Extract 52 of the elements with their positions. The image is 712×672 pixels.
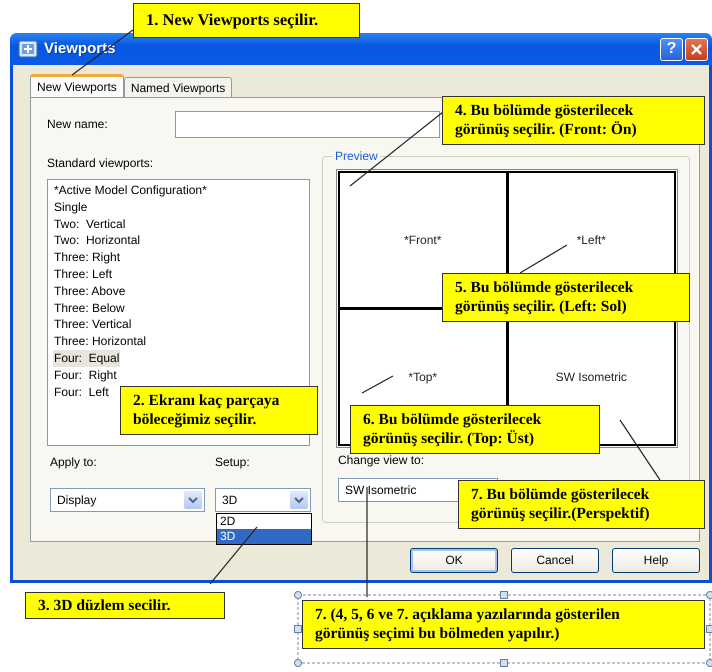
list-item[interactable]: Single — [53, 198, 88, 216]
close-button[interactable] — [685, 38, 708, 60]
leader-line — [620, 420, 660, 480]
list-item[interactable]: Three: Vertical — [53, 316, 132, 334]
close-icon — [690, 42, 703, 56]
dropdown-option[interactable]: 2D — [217, 514, 311, 529]
field-label: Change view to: — [338, 452, 424, 469]
list-item[interactable]: Four: Left — [53, 384, 110, 400]
leader-line — [362, 375, 394, 394]
field-label: Apply to: — [50, 455, 97, 471]
pane-label: *Front* — [404, 232, 442, 248]
dialog-button[interactable]: OK — [410, 548, 498, 573]
annotation-tooltip: 7. Bu bölümde gösterilecek görünüş seçilir.(Perspektif) — [458, 480, 705, 529]
tab[interactable]: Named Viewports — [124, 77, 232, 97]
select-value: 3D — [222, 492, 238, 508]
annotation-tooltip: 6. Bu bölümde gösterilecek görünüş seçilir. (Top: Üst) — [350, 405, 600, 454]
list-item[interactable]: Two: Horizontal — [53, 232, 142, 250]
dialog-button[interactable]: Help — [612, 548, 700, 573]
leader-line — [210, 526, 258, 584]
list-item[interactable]: Four: Right — [53, 366, 118, 384]
list-item[interactable]: Three: Below — [53, 300, 126, 316]
annotation-tooltip: 4. Bu bölümde gösterilecek görünüş seçilir. (Front: Ön) — [442, 96, 705, 145]
annotation-tooltip: 5. Bu bölümde gösterilecek görünüş seçilir. (Left: Sol) — [442, 273, 690, 322]
field-label: Setup: — [215, 455, 250, 471]
select-value: Display — [57, 492, 96, 508]
list-label: Standard viewports: — [47, 156, 154, 172]
annotation-tooltip: 2. Ekranı kaç parçaya böleceğimiz seçilir. — [120, 386, 318, 435]
pane-label: *Left* — [576, 232, 606, 248]
app-icon — [18, 40, 38, 58]
name-field[interactable] — [175, 111, 440, 138]
pane-label: *Top* — [408, 370, 438, 384]
annotation-tooltip: 3. 3D düzlem secilir. — [25, 592, 225, 620]
tab[interactable]: New Viewports — [30, 74, 124, 98]
leader-line — [520, 244, 568, 274]
dialog-button[interactable]: Cancel — [511, 548, 599, 573]
list-item[interactable]: Three: Above — [53, 282, 126, 300]
list-item[interactable]: Three: Right — [53, 249, 122, 266]
list-item[interactable]: Two: Vertical — [53, 216, 126, 232]
annotation-tooltip: 7. (4, 5, 6 ve 7. açıklama yazılarında gösterilen görünüş seçimi bu bölmeden yapılır.) — [302, 600, 705, 649]
annotation-tooltip: 1. New Viewports seçilir. — [133, 3, 360, 38]
list-item[interactable]: Three: Left — [53, 266, 114, 283]
select-value: SW Isometric — [345, 482, 416, 498]
group-label: Preview — [333, 149, 380, 164]
selection-frame[interactable] — [294, 591, 712, 667]
dropdown-option[interactable]: 3D — [217, 529, 311, 544]
help-button[interactable]: ? — [660, 38, 683, 60]
pane-label: SW Isometric — [556, 370, 627, 384]
list-item[interactable]: Three: Horizontal — [53, 333, 148, 350]
list-item[interactable]: *Active Model Configuration* — [53, 182, 208, 199]
list-item[interactable]: Four: Equal — [53, 350, 120, 367]
apply-to-select[interactable]: Display — [50, 488, 205, 512]
field-label: New name: — [47, 117, 109, 132]
